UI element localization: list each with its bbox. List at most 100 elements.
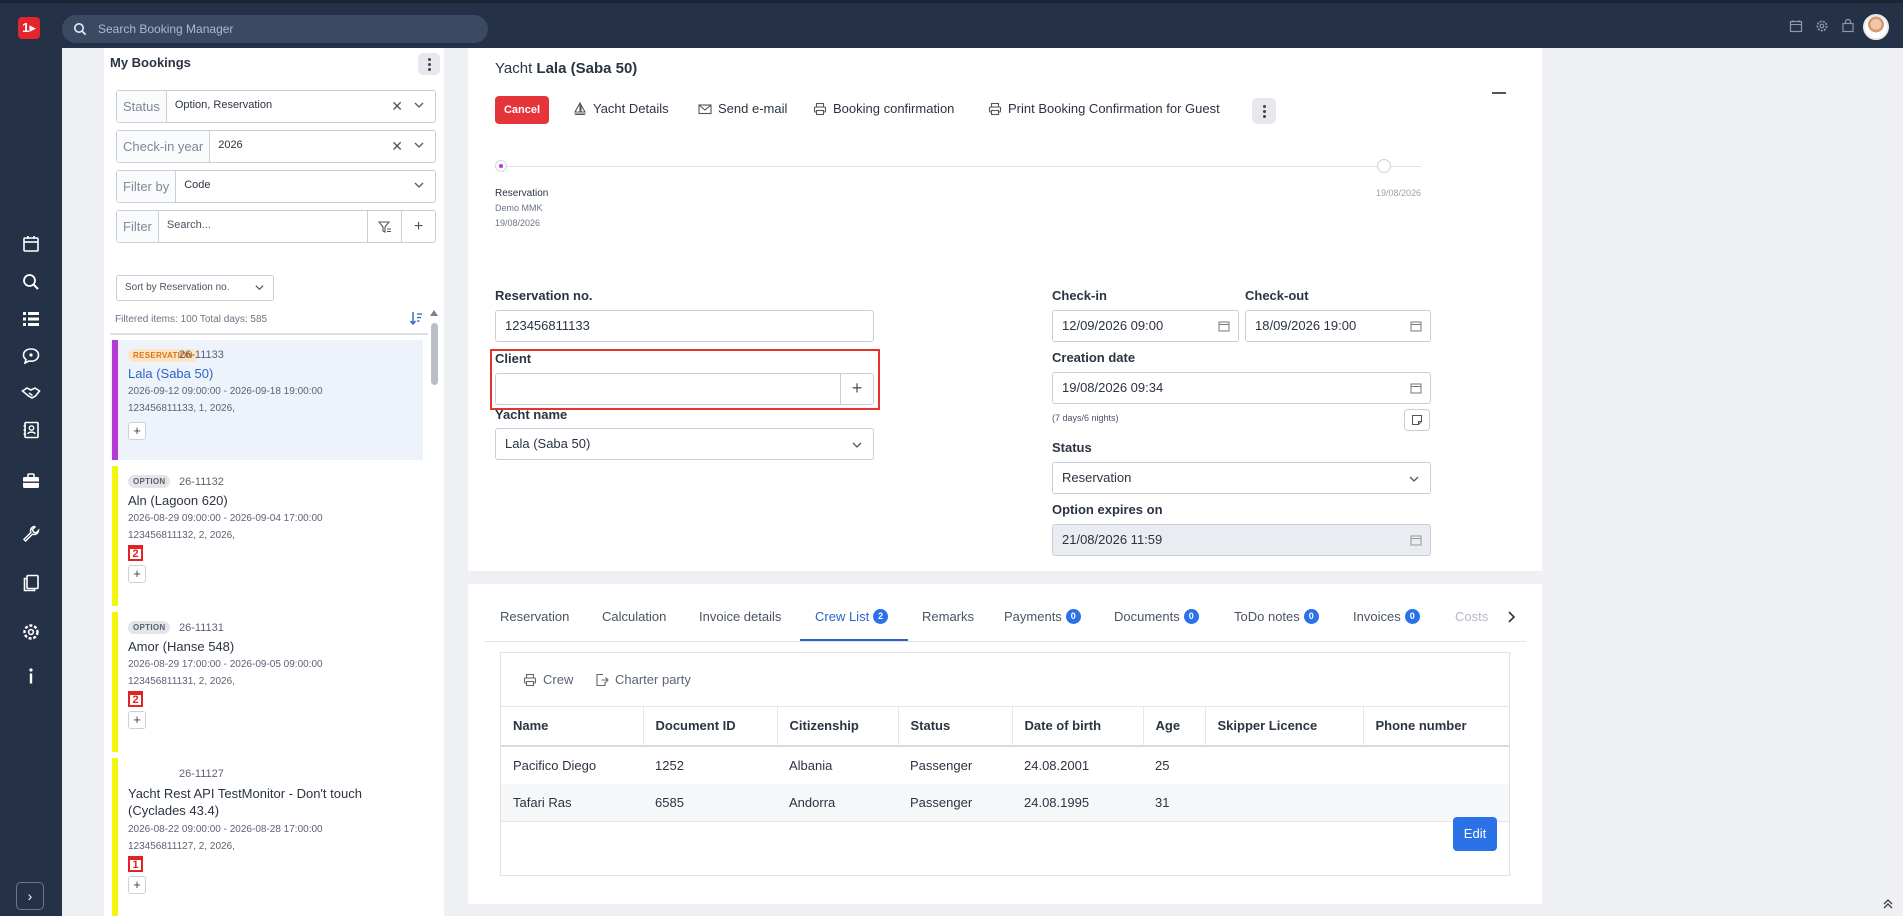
add-button[interactable]: + bbox=[128, 876, 146, 894]
column-header[interactable]: Phone number bbox=[1362, 706, 1509, 747]
settings-nav-icon[interactable] bbox=[21, 622, 41, 642]
table-row[interactable]: Pacifico Diego 1252 Albania Passenger 24… bbox=[501, 746, 1509, 784]
info-nav-icon[interactable] bbox=[21, 666, 41, 686]
documents-nav-icon[interactable] bbox=[21, 573, 41, 593]
booking-detail-panel: Yacht Lala (Saba 50) Cancel Yacht Detail… bbox=[468, 48, 1542, 571]
advanced-filter-button[interactable] bbox=[367, 211, 401, 242]
crew-status: Passenger bbox=[898, 783, 1012, 822]
table-row[interactable]: Tafari Ras 6585 Andorra Passenger 24.08.… bbox=[501, 783, 1509, 822]
print-guest-confirmation-button[interactable]: Print Booking Confirmation for Guest bbox=[988, 101, 1220, 116]
tab-documents[interactable]: Documents 0 bbox=[1114, 609, 1199, 624]
column-header[interactable]: Document ID bbox=[642, 706, 777, 747]
filter-search-input[interactable]: Search... bbox=[159, 211, 367, 242]
chevron-down-icon[interactable] bbox=[413, 179, 425, 191]
shopping-bag-icon[interactable] bbox=[1841, 19, 1855, 33]
tab-costs[interactable]: Costs bbox=[1455, 609, 1488, 624]
filter-by-select[interactable]: Filter by Code bbox=[116, 170, 436, 203]
status-filter-value[interactable]: Option, Reservation ✕ bbox=[167, 91, 435, 122]
calendar-icon[interactable] bbox=[1789, 19, 1803, 33]
expand-nav-button[interactable]: › bbox=[16, 882, 44, 910]
checkin-year-filter[interactable]: Check-in year 2026 ✕ bbox=[116, 130, 436, 163]
tab-invoice-details[interactable]: Invoice details bbox=[699, 609, 781, 624]
table-header-row: Name Document ID Citizenship Status Date… bbox=[501, 706, 1509, 747]
booking-card[interactable]: RESERVATION 26-11133 Lala (Saba 50) 2026… bbox=[110, 340, 423, 460]
yacht-details-button[interactable]: Yacht Details bbox=[573, 101, 669, 116]
minimize-icon[interactable] bbox=[1492, 92, 1506, 94]
cancel-button[interactable]: Cancel bbox=[495, 96, 549, 124]
handshake-nav-icon[interactable] bbox=[21, 383, 41, 403]
calendar-icon[interactable] bbox=[1410, 320, 1422, 332]
checkout-field[interactable]: 18/09/2026 19:00 bbox=[1245, 310, 1431, 342]
column-header[interactable]: Date of birth bbox=[1011, 706, 1143, 747]
checkin-field[interactable]: 12/09/2026 09:00 bbox=[1052, 310, 1239, 342]
booking-card[interactable]: OPTION 26-11131 Amor (Hanse 548) 2026-08… bbox=[110, 612, 423, 752]
tab-payments[interactable]: Payments 0 bbox=[1004, 609, 1081, 624]
status-label: Status bbox=[1052, 440, 1092, 455]
tab-reservation[interactable]: Reservation bbox=[500, 609, 569, 624]
reservation-no-field[interactable]: 123456811133 bbox=[495, 310, 874, 342]
tab-calculation[interactable]: Calculation bbox=[602, 609, 666, 624]
chevron-down-icon[interactable] bbox=[413, 139, 425, 151]
column-header[interactable]: Age bbox=[1142, 706, 1205, 747]
column-header[interactable]: Name bbox=[501, 706, 643, 747]
add-button[interactable]: + bbox=[128, 711, 146, 729]
bookings-menu-button[interactable] bbox=[418, 53, 440, 75]
wrench-nav-icon[interactable] bbox=[21, 524, 41, 544]
crew-print-button[interactable]: Crew bbox=[523, 672, 573, 687]
checkin-year-value[interactable]: 2026 ✕ bbox=[210, 131, 435, 162]
booking-yacht-name[interactable]: Lala (Saba 50) bbox=[128, 365, 408, 382]
search-nav-icon[interactable] bbox=[21, 272, 41, 292]
crew-age: 31 bbox=[1143, 783, 1205, 822]
booking-yacht-name[interactable]: Aln (Lagoon 620) bbox=[128, 492, 408, 509]
status-filter[interactable]: Status Option, Reservation ✕ bbox=[116, 90, 436, 123]
add-button[interactable]: + bbox=[128, 565, 146, 583]
scroll-up-arrow[interactable] bbox=[430, 310, 438, 316]
filter-by-value[interactable]: Code bbox=[176, 171, 435, 202]
contacts-nav-icon[interactable] bbox=[21, 420, 41, 440]
send-email-button[interactable]: Send e-mail bbox=[698, 101, 787, 116]
scrollbar-thumb[interactable] bbox=[431, 323, 438, 385]
more-actions-button[interactable] bbox=[1252, 98, 1276, 124]
clear-icon[interactable]: ✕ bbox=[391, 99, 403, 113]
booking-confirmation-button[interactable]: Booking confirmation bbox=[813, 101, 954, 116]
charter-party-button[interactable]: Charter party bbox=[595, 672, 691, 687]
add-filter-button[interactable]: + bbox=[401, 211, 435, 242]
tab-remarks[interactable]: Remarks bbox=[922, 609, 974, 624]
sort-dropdown[interactable]: Sort by Reservation no. bbox=[116, 275, 274, 301]
calendar-icon[interactable] bbox=[1218, 320, 1230, 332]
column-header[interactable]: Citizenship bbox=[776, 706, 898, 747]
sort-direction-icon[interactable] bbox=[409, 311, 423, 325]
list-nav-icon[interactable] bbox=[21, 309, 41, 329]
edit-crew-button[interactable]: Edit bbox=[1453, 817, 1497, 851]
chevron-down-icon[interactable] bbox=[413, 99, 425, 111]
checkout-label: Check-out bbox=[1245, 288, 1309, 303]
booking-card[interactable]: 26-11127 Yacht Rest API TestMonitor - Do… bbox=[110, 758, 423, 916]
global-search[interactable]: Search Booking Manager bbox=[62, 15, 488, 43]
app-logo[interactable]: 1▸ bbox=[18, 17, 40, 39]
booking-card[interactable]: OPTION 26-11132 Aln (Lagoon 620) 2026-08… bbox=[110, 466, 423, 606]
creation-date-field[interactable]: 19/08/2026 09:34 bbox=[1052, 372, 1431, 404]
chevron-right-icon[interactable] bbox=[1504, 610, 1518, 624]
column-header[interactable]: Skipper Licence bbox=[1204, 706, 1363, 747]
tab-crew-list[interactable]: Crew List 2 bbox=[815, 609, 889, 624]
status-select[interactable]: Reservation bbox=[1052, 462, 1431, 494]
booking-yacht-name[interactable]: Amor (Hanse 548) bbox=[128, 638, 408, 655]
calendar-nav-icon[interactable] bbox=[21, 234, 41, 254]
clear-icon[interactable]: ✕ bbox=[391, 139, 403, 153]
tab-invoices[interactable]: Invoices 0 bbox=[1353, 609, 1420, 624]
add-button[interactable]: + bbox=[128, 422, 146, 440]
note-button[interactable] bbox=[1404, 409, 1430, 431]
tab-todo-notes[interactable]: ToDo notes 0 bbox=[1234, 609, 1319, 624]
calendar-icon[interactable] bbox=[1410, 382, 1422, 394]
crew-name: Pacifico Diego bbox=[513, 757, 597, 773]
column-header[interactable]: Status bbox=[897, 706, 1012, 747]
briefcase-nav-icon[interactable] bbox=[21, 471, 41, 491]
yacht-name-select[interactable]: Lala (Saba 50) bbox=[495, 428, 874, 460]
settings-icon[interactable] bbox=[1815, 19, 1829, 33]
booking-yacht-name[interactable]: Yacht Rest API TestMonitor - Don't touch… bbox=[128, 785, 408, 819]
top-bar: 1▸ Search Booking Manager bbox=[0, 0, 1903, 48]
chat-nav-icon[interactable] bbox=[21, 346, 41, 366]
scroll-to-top-icon[interactable] bbox=[1882, 898, 1894, 910]
user-avatar[interactable] bbox=[1863, 14, 1889, 40]
client-highlight bbox=[490, 349, 880, 410]
